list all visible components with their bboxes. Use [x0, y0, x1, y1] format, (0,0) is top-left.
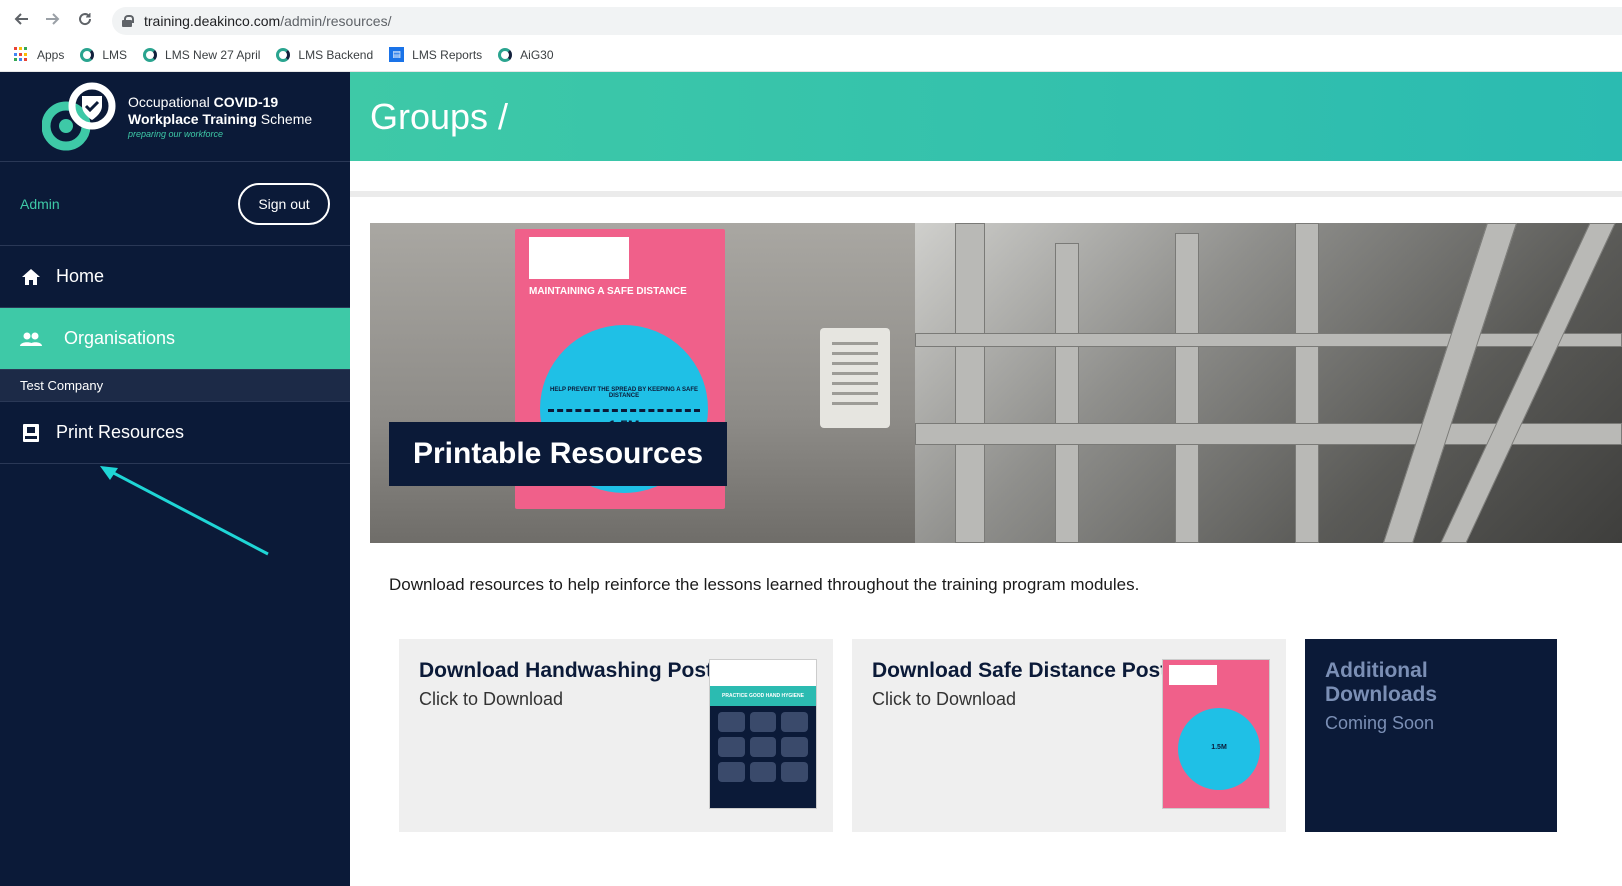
- reports-icon: ▤: [389, 47, 405, 62]
- handwashing-poster-card[interactable]: Download Handwashing Poster Click to Dow…: [399, 639, 833, 832]
- back-icon[interactable]: [10, 8, 32, 30]
- lms-loop-icon: [276, 47, 291, 62]
- reload-icon[interactable]: [74, 8, 96, 30]
- lms-loop-icon: [143, 47, 158, 62]
- people-icon: [20, 332, 42, 346]
- card-title: Additional Downloads: [1325, 659, 1438, 706]
- nav-item-label: Print Resources: [56, 422, 185, 442]
- lock-icon: [122, 15, 134, 27]
- brand-text: Occupational COVID-19 Workplace Training…: [128, 93, 313, 139]
- bookmarks-bar: Apps LMS LMS New 27 April LMS Backend ▤ …: [0, 38, 1622, 72]
- safe-distance-poster-card[interactable]: Download Safe Distance Poster Click to D…: [852, 639, 1286, 832]
- nav-item-label: Organisations: [64, 328, 176, 348]
- bookmark-lms-backend[interactable]: LMS Backend: [276, 47, 373, 62]
- account-row: Admin Sign out: [0, 162, 350, 246]
- bookmark-lms[interactable]: LMS: [80, 47, 127, 62]
- forward-icon[interactable]: [42, 8, 64, 30]
- nav-subitem-label: Test Company: [20, 378, 104, 393]
- lms-loop-icon: [80, 47, 95, 62]
- additional-downloads-card: Additional Downloads Coming Soon: [1305, 639, 1557, 832]
- card-subtitle: Coming Soon: [1325, 713, 1435, 733]
- nav-subitem-test-company[interactable]: Test Company: [0, 370, 350, 402]
- hero-poster-title: MAINTAINING A SAFE DISTANCE: [529, 286, 687, 297]
- wall-vent: [820, 328, 890, 428]
- address-bar[interactable]: training.deakinco.com/admin/resources/: [112, 7, 1622, 35]
- sidebar: Occupational COVID-19 Workplace Training…: [0, 72, 350, 886]
- nav-item-organisations[interactable]: Organisations: [0, 308, 350, 370]
- home-icon: [20, 268, 42, 285]
- annotation-arrow-icon: [100, 466, 269, 556]
- header-divider: [350, 161, 1622, 197]
- page-title: Groups /: [370, 95, 509, 137]
- main-content: Groups / MAINTAINING A SAFE DISTANCE HEL…: [350, 72, 1622, 886]
- nav-item-print-resources[interactable]: Print Resources: [0, 402, 350, 464]
- handwashing-thumbnail-label: PRACTICE GOOD HAND HYGIENE: [710, 686, 816, 706]
- print-resources-icon: [20, 423, 42, 442]
- intro-text: Download resources to help reinforce the…: [389, 575, 1140, 594]
- hero-image: MAINTAINING A SAFE DISTANCE HELP PREVENT…: [370, 223, 1622, 543]
- lms-loop-icon: [498, 47, 513, 62]
- bookmark-lms-new[interactable]: LMS New 27 April: [143, 47, 260, 62]
- brand-tagline: preparing our workforce: [128, 128, 224, 139]
- safe-distance-thumbnail: 1.5M: [1162, 659, 1270, 809]
- bookmark-apps[interactable]: Apps: [14, 47, 64, 62]
- bookmark-lms-reports[interactable]: ▤ LMS Reports: [389, 47, 482, 62]
- nav-item-label: Home: [56, 266, 105, 286]
- handwashing-thumbnail: PRACTICE GOOD HAND HYGIENE: [709, 659, 817, 809]
- nav-item-home[interactable]: Home: [0, 246, 350, 308]
- page-header: Groups /: [350, 72, 1622, 161]
- apps-grid-icon: [14, 47, 29, 62]
- sign-out-button[interactable]: Sign out: [238, 182, 330, 225]
- bookmark-aig30[interactable]: AiG30: [498, 47, 554, 62]
- role-label: Admin: [20, 195, 60, 212]
- url-text: training.deakinco.com/admin/resources/: [144, 13, 392, 29]
- browser-toolbar: training.deakinco.com/admin/resources/: [0, 0, 1622, 38]
- safe-distance-thumbnail-label: 1.5M: [1211, 744, 1227, 751]
- hero-machinery: [915, 223, 1622, 543]
- section-title: Printable Resources: [389, 422, 728, 486]
- brand: Occupational COVID-19 Workplace Training…: [0, 72, 350, 162]
- brand-logo-icon: [41, 82, 120, 152]
- hero-poster-circle-text: HELP PREVENT THE SPREAD BY KEEPING A SAF…: [549, 387, 699, 399]
